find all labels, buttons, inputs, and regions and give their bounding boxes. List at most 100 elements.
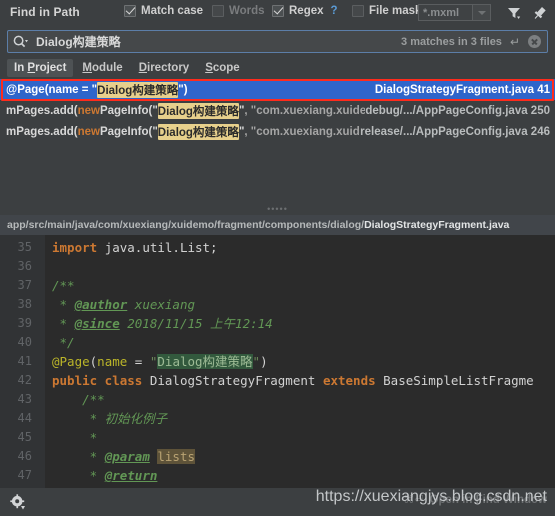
search-icon[interactable] — [13, 35, 28, 49]
code-token: @author — [74, 297, 128, 312]
result-location: debug/.../AppPageConfig.java 250 — [365, 104, 550, 117]
open-in-find-window-button[interactable]: ⌘⏎ Open in Find Window — [403, 493, 547, 507]
code-token: 2018/11/15 上午12:14 — [119, 316, 273, 331]
result-text-segment: mPages.add( — [6, 125, 78, 138]
file-mask-dropdown-button[interactable] — [473, 4, 491, 21]
result-text-segment: , "com.xuexiang.xuidemo.fragmen — [244, 104, 366, 117]
code-line: 40 */ — [0, 333, 555, 352]
code-line: 41 @Page(name = "Dialog构建策略") — [0, 352, 555, 371]
line-number: 44 — [17, 411, 32, 425]
option-words[interactable]: Words — [212, 5, 265, 17]
result-location: DialogStrategyFragment.java 41 — [374, 83, 550, 96]
words-checkbox[interactable] — [212, 5, 224, 17]
code-token: name — [97, 354, 128, 369]
code-text: @Page(name = "Dialog构建策略") — [52, 352, 268, 371]
code-token: * 初始化例子 — [52, 411, 168, 426]
tab-module[interactable]: Module — [75, 59, 129, 77]
pin-icon[interactable] — [529, 3, 549, 23]
code-token: */ — [52, 335, 75, 350]
regex-help-icon[interactable]: ? — [331, 5, 338, 17]
tab-directory-mnemonic: D — [138, 62, 147, 74]
match-highlight: Dialog构建策略 — [97, 81, 179, 98]
code-text: * — [52, 428, 98, 447]
result-location: release/.../AppPageConfig.java 246 — [360, 125, 550, 138]
code-token: ) — [260, 354, 268, 369]
gear-icon[interactable] — [8, 492, 28, 512]
search-results-list[interactable]: @Page(name = " Dialog构建策略 ") DialogStrategy… — [0, 79, 555, 204]
open-in-find-window-label: Open in Find Window — [429, 493, 547, 506]
file-mask-checkbox[interactable] — [352, 5, 364, 17]
code-token: /** — [52, 278, 75, 293]
line-number: 46 — [17, 449, 32, 463]
table-row[interactable]: mPages.add(new PageInfo(" Dialog构建策略 ", "c… — [0, 121, 555, 142]
file-mask-input[interactable]: *.mxml — [418, 4, 473, 21]
code-text: * @param lists — [52, 447, 196, 466]
code-preview[interactable]: 35 import java.util.List; 36 37 /** 38 * @aut… — [0, 235, 555, 488]
line-number: 42 — [17, 373, 32, 387]
tab-in-project[interactable]: In Project — [7, 59, 74, 77]
code-token: BaseSimpleListFragme — [383, 373, 534, 388]
code-token: @Page — [52, 354, 90, 369]
code-token: Dialog构建策略 — [157, 354, 253, 369]
code-line: 46 * @param lists — [0, 447, 555, 466]
option-match-case[interactable]: Match case — [124, 5, 203, 17]
table-row[interactable]: @Page(name = " Dialog构建策略 ") DialogStrategy… — [0, 79, 555, 100]
footer-bar: ⌘⏎ Open in Find Window — [0, 488, 555, 516]
breadcrumb[interactable]: app/src/main/java/com/xuexiang/xuidemo/f… — [0, 215, 555, 235]
filter-icon[interactable] — [504, 3, 524, 23]
code-text: public class DialogStrategyFragment exte… — [52, 371, 534, 390]
code-token: java.util.List; — [104, 240, 218, 255]
breadcrumb-path: app/src/main/java/com/xuexiang/xuidemo/f… — [7, 219, 365, 231]
code-token: @since — [74, 316, 120, 331]
tab-in-project-post: roject — [35, 62, 67, 74]
line-number: 47 — [17, 468, 32, 482]
tab-in-project-pre: In — [14, 62, 28, 74]
search-input[interactable]: Dialog构建策略 3 matches in 3 files ↵ — [7, 30, 548, 53]
scope-tabs: In Project Module Directory Scope — [7, 58, 247, 78]
breadcrumb-file: DialogStrategyFragment.java — [364, 219, 510, 231]
line-number: 40 — [17, 335, 32, 349]
result-text-segment: PageInfo(" — [99, 104, 158, 117]
code-line: 43 /** — [0, 390, 555, 409]
code-token: * — [52, 316, 75, 331]
match-highlight: Dialog构建策略 — [157, 123, 239, 140]
code-line: 36 — [0, 257, 555, 276]
code-token: @param — [104, 449, 150, 464]
option-regex[interactable]: Regex ? — [272, 5, 338, 17]
code-text: * @return — [52, 466, 158, 485]
line-number: 36 — [17, 259, 32, 273]
match-count-label: 3 matches in 3 files — [401, 35, 502, 48]
code-token: @return — [104, 468, 158, 483]
line-number: 41 — [17, 354, 32, 368]
tab-directory-post: irectory — [147, 62, 190, 74]
regex-checkbox[interactable] — [272, 5, 284, 17]
tab-scope[interactable]: Scope — [198, 59, 247, 77]
search-query-text[interactable]: Dialog构建策略 — [36, 33, 401, 50]
enter-key-icon[interactable]: ↵ — [510, 35, 520, 49]
code-text: * @author xuexiang — [52, 295, 195, 314]
find-options-bar: Find in Path Match case Words Regex ? Fi… — [0, 0, 555, 28]
code-text: /** — [52, 276, 75, 295]
result-match-text: @Page(name = " Dialog构建策略 ") — [0, 81, 375, 98]
result-text-segment: @Page(name = " — [6, 83, 98, 96]
code-token: DialogStrategyFragment — [149, 373, 323, 388]
tab-scope-post: cope — [212, 62, 240, 74]
line-number: 45 — [17, 430, 32, 444]
preview-splitter[interactable]: ••••• — [0, 204, 555, 215]
line-number: 35 — [17, 240, 32, 254]
code-token: = — [127, 354, 150, 369]
match-case-checkbox[interactable] — [124, 5, 136, 17]
code-line: 39 * @since 2018/11/15 上午12:14 — [0, 314, 555, 333]
match-highlight: Dialog构建策略 — [157, 102, 239, 119]
result-text-segment: , "com.xuexiang.xuidemo.fragme — [244, 125, 360, 138]
clear-icon[interactable] — [528, 35, 541, 48]
table-row[interactable]: mPages.add(new PageInfo(" Dialog构建策略 ", "c… — [0, 100, 555, 121]
code-line: 44 * 初始化例子 — [0, 409, 555, 428]
code-text: */ — [52, 333, 75, 352]
code-token: " — [252, 354, 261, 369]
option-file-mask[interactable]: File mask: — [352, 5, 425, 17]
tab-directory[interactable]: Directory — [132, 59, 197, 77]
code-line: 35 import java.util.List; — [0, 238, 555, 257]
code-line: 37 /** — [0, 276, 555, 295]
line-number: 37 — [17, 278, 32, 292]
